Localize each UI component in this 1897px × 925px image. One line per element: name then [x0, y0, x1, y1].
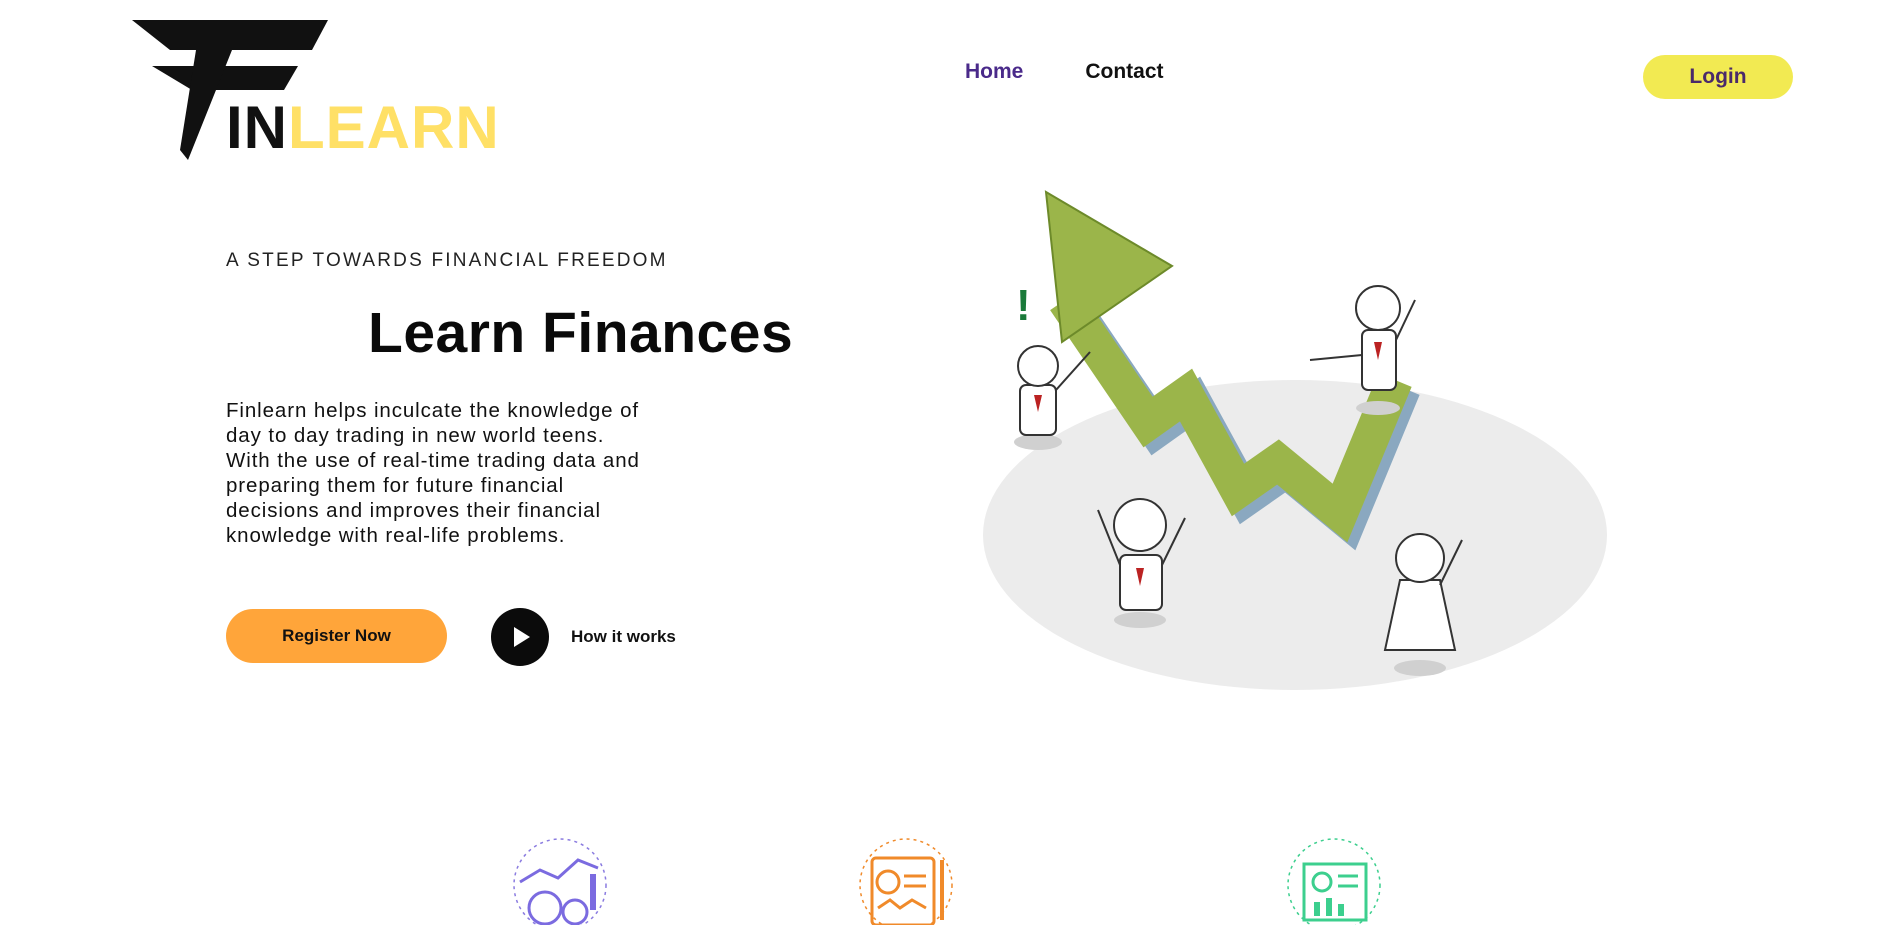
- main-nav: Home Contact: [965, 60, 1164, 84]
- play-video-button[interactable]: [491, 608, 549, 666]
- growth-arrow-illustration: !: [983, 190, 1607, 690]
- play-icon: [514, 627, 530, 647]
- floor-ellipse: [983, 380, 1607, 690]
- how-it-works-link[interactable]: How it works: [571, 627, 676, 647]
- presentation-board-icon: [1287, 838, 1381, 925]
- hero-headline: Learn Finances: [368, 301, 794, 365]
- logo-wordmark-in: IN: [226, 94, 288, 161]
- hero-tagline: A STEP TOWARDS FINANCIAL FREEDOM: [226, 250, 668, 271]
- finlearn-logo[interactable]: INLEARN: [132, 20, 499, 162]
- analytics-gears-icon: [513, 838, 607, 925]
- register-now-button[interactable]: Register Now: [226, 609, 447, 663]
- report-document-icon: [859, 838, 953, 925]
- nav-home-link[interactable]: Home: [965, 60, 1023, 84]
- login-button[interactable]: Login: [1643, 55, 1793, 99]
- svg-text:!: !: [1016, 281, 1031, 330]
- hero-description: Finlearn helps inculcate the knowledge o…: [226, 399, 640, 547]
- logo-wordmark-learn: LEARN: [288, 94, 500, 161]
- nav-contact-link[interactable]: Contact: [1085, 60, 1163, 84]
- logo-wordmark: INLEARN: [226, 98, 500, 158]
